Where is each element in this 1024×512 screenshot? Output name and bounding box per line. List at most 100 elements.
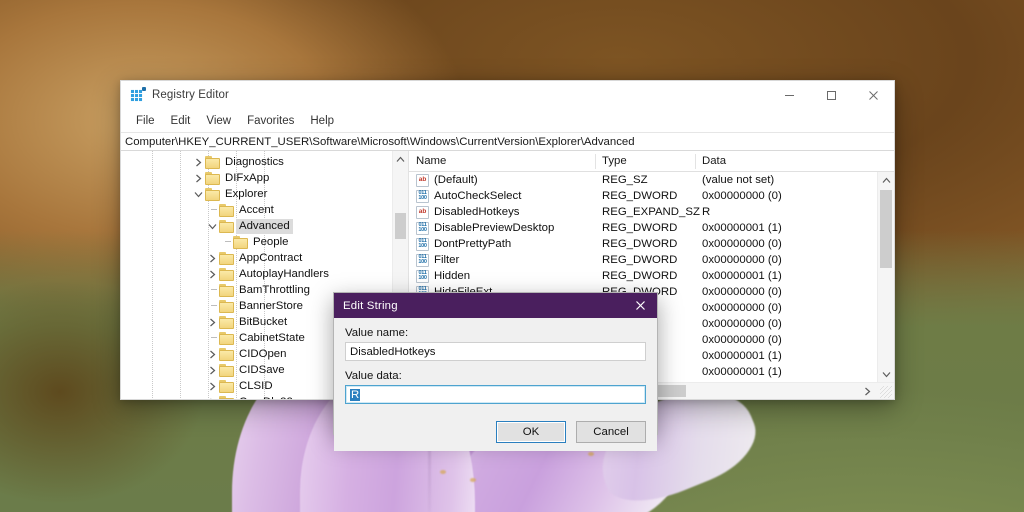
menu-favorites[interactable]: Favorites	[239, 113, 302, 129]
value-type-cell: REG_EXPAND_SZ	[602, 206, 700, 218]
menu-help[interactable]: Help	[302, 113, 342, 129]
value-row[interactable]: 011 100 DisablePreviewDesktop REG_DWORD 0x00…	[409, 220, 877, 236]
folder-icon	[219, 315, 234, 329]
value-row[interactable]: 011 100 Hidden REG_DWORD 0x00000001 (1)	[409, 268, 877, 284]
value-list-vertical-scrollbar[interactable]	[877, 172, 894, 399]
value-name-text: Filter	[434, 254, 460, 266]
menu-view[interactable]: View	[198, 113, 239, 129]
chevron-down-icon[interactable]	[191, 186, 205, 202]
chevron-right-icon[interactable]	[205, 314, 219, 330]
resize-grip-icon[interactable]	[880, 386, 892, 398]
value-row[interactable]: 011 100 AutoCheckSelect REG_DWORD 0x00000000…	[409, 188, 877, 204]
ok-button[interactable]: OK	[496, 421, 566, 443]
chevron-right-icon[interactable]	[205, 266, 219, 282]
tree-item-label: Diagnostics	[225, 155, 284, 168]
value-hscroll-right-icon[interactable]	[859, 383, 875, 399]
tree-leaf-marker	[219, 234, 233, 250]
folder-icon	[219, 299, 234, 313]
dword-value-icon: 011100	[416, 189, 429, 203]
tree-leaf-marker	[205, 202, 219, 218]
folder-icon	[219, 267, 234, 281]
chevron-right-icon[interactable]	[205, 378, 219, 394]
tree-scroll-thumb[interactable]	[395, 213, 406, 239]
tree-leaf-marker	[205, 298, 219, 314]
value-type-cell: REG_DWORD	[602, 238, 678, 250]
chevron-right-icon[interactable]	[191, 170, 205, 186]
close-button[interactable]	[852, 81, 894, 109]
value-list-header: Name Type Data	[409, 151, 894, 172]
chevron-right-icon[interactable]	[205, 362, 219, 378]
tree-item-people[interactable]: People	[121, 234, 392, 250]
tree-scroll-up-icon[interactable]	[393, 151, 408, 167]
value-name-text: AutoCheckSelect	[434, 190, 522, 202]
value-scroll-down-icon[interactable]	[878, 366, 894, 382]
tree-item-accent[interactable]: Accent	[121, 202, 392, 218]
tree-item-diagnostics[interactable]: Diagnostics	[121, 154, 392, 170]
dialog-titlebar[interactable]: Edit String	[334, 293, 657, 318]
value-data-cell: 0x00000000 (0)	[702, 334, 782, 346]
tree-item-label: People	[253, 235, 289, 248]
value-name-text: DisablePreviewDesktop	[434, 222, 555, 234]
column-header-data[interactable]: Data	[695, 151, 894, 172]
value-data-input[interactable]: R	[345, 385, 646, 404]
tree-item-label: CLSID	[239, 379, 273, 392]
dword-value-icon: 011100	[416, 253, 429, 267]
edit-string-dialog: Edit String Value name: DisabledHotkeys …	[333, 292, 658, 451]
value-name-cell: 011 100 AutoCheckSelect	[409, 189, 595, 203]
flower-speck	[470, 478, 476, 482]
dialog-close-button[interactable]	[623, 293, 657, 318]
value-row[interactable]: 011 100 DontPrettyPath REG_DWORD 0x00000000 …	[409, 236, 877, 252]
minimize-button[interactable]	[768, 81, 810, 109]
tree-item-autoplayhandlers[interactable]: AutoplayHandlers	[121, 266, 392, 282]
dword-value-icon: 011100	[416, 221, 429, 235]
chevron-down-icon[interactable]	[205, 218, 219, 234]
value-row[interactable]: ab DisabledHotkeys REG_EXPAND_SZ R	[409, 204, 877, 220]
address-bar[interactable]: Computer\HKEY_CURRENT_USER\Software\Micr…	[121, 132, 894, 151]
folder-icon	[219, 379, 234, 393]
value-data-cell: (value not set)	[702, 174, 775, 186]
folder-icon	[219, 251, 234, 265]
window-titlebar[interactable]: Registry Editor	[121, 81, 894, 109]
dword-value-icon: 011100	[416, 269, 429, 283]
tree-item-label: DIFxApp	[225, 171, 270, 184]
value-name-input[interactable]: DisabledHotkeys	[345, 342, 646, 361]
chevron-right-icon[interactable]	[205, 394, 219, 399]
tree-item-label: CIDSave	[239, 363, 285, 376]
tree-item-label: CIDOpen	[239, 347, 287, 360]
chevron-right-icon[interactable]	[191, 154, 205, 170]
chevron-right-icon[interactable]	[205, 346, 219, 362]
column-header-name[interactable]: Name	[409, 151, 595, 172]
value-data-cell: 0x00000000 (0)	[702, 254, 782, 266]
maximize-button[interactable]	[810, 81, 852, 109]
chevron-right-icon[interactable]	[205, 250, 219, 266]
menu-edit[interactable]: Edit	[163, 113, 199, 129]
flower-speck	[588, 452, 594, 456]
string-value-icon: ab	[416, 205, 429, 219]
tree-item-advanced[interactable]: Advanced	[121, 218, 392, 234]
value-scroll-up-icon[interactable]	[878, 172, 894, 188]
tree-leaf-marker	[205, 330, 219, 346]
value-data-cell: 0x00000000 (0)	[702, 286, 782, 298]
value-name-cell: 011 100 Filter	[409, 253, 595, 267]
value-data-cell: 0x00000001 (1)	[702, 350, 782, 362]
value-name-text: DisabledHotkeys	[434, 206, 520, 218]
window-controls	[768, 81, 894, 109]
column-header-type[interactable]: Type	[595, 151, 695, 172]
value-name-cell: 011 100 Hidden	[409, 269, 595, 283]
value-row[interactable]: ab (Default) REG_SZ (value not set)	[409, 172, 877, 188]
tree-item-label: Explorer	[225, 187, 268, 200]
tree-item-explorer[interactable]: Explorer	[121, 186, 392, 202]
menu-file[interactable]: File	[128, 113, 163, 129]
value-scroll-thumb[interactable]	[880, 190, 892, 268]
value-row[interactable]: 011 100 Filter REG_DWORD 0x00000000 (0)	[409, 252, 877, 268]
tree-item-appcontract[interactable]: AppContract	[121, 250, 392, 266]
cancel-button[interactable]: Cancel	[576, 421, 646, 443]
tree-item-difxapp[interactable]: DIFxApp	[121, 170, 392, 186]
value-data-cell: 0x00000000 (0)	[702, 190, 782, 202]
folder-icon	[205, 171, 220, 185]
value-name-cell: 011 100 DisablePreviewDesktop	[409, 221, 595, 235]
menu-bar: File Edit View Favorites Help	[121, 109, 894, 132]
tree-item-label: AppContract	[239, 251, 303, 264]
tree-leaf-marker	[205, 282, 219, 298]
tree-item-label: Accent	[239, 203, 274, 216]
